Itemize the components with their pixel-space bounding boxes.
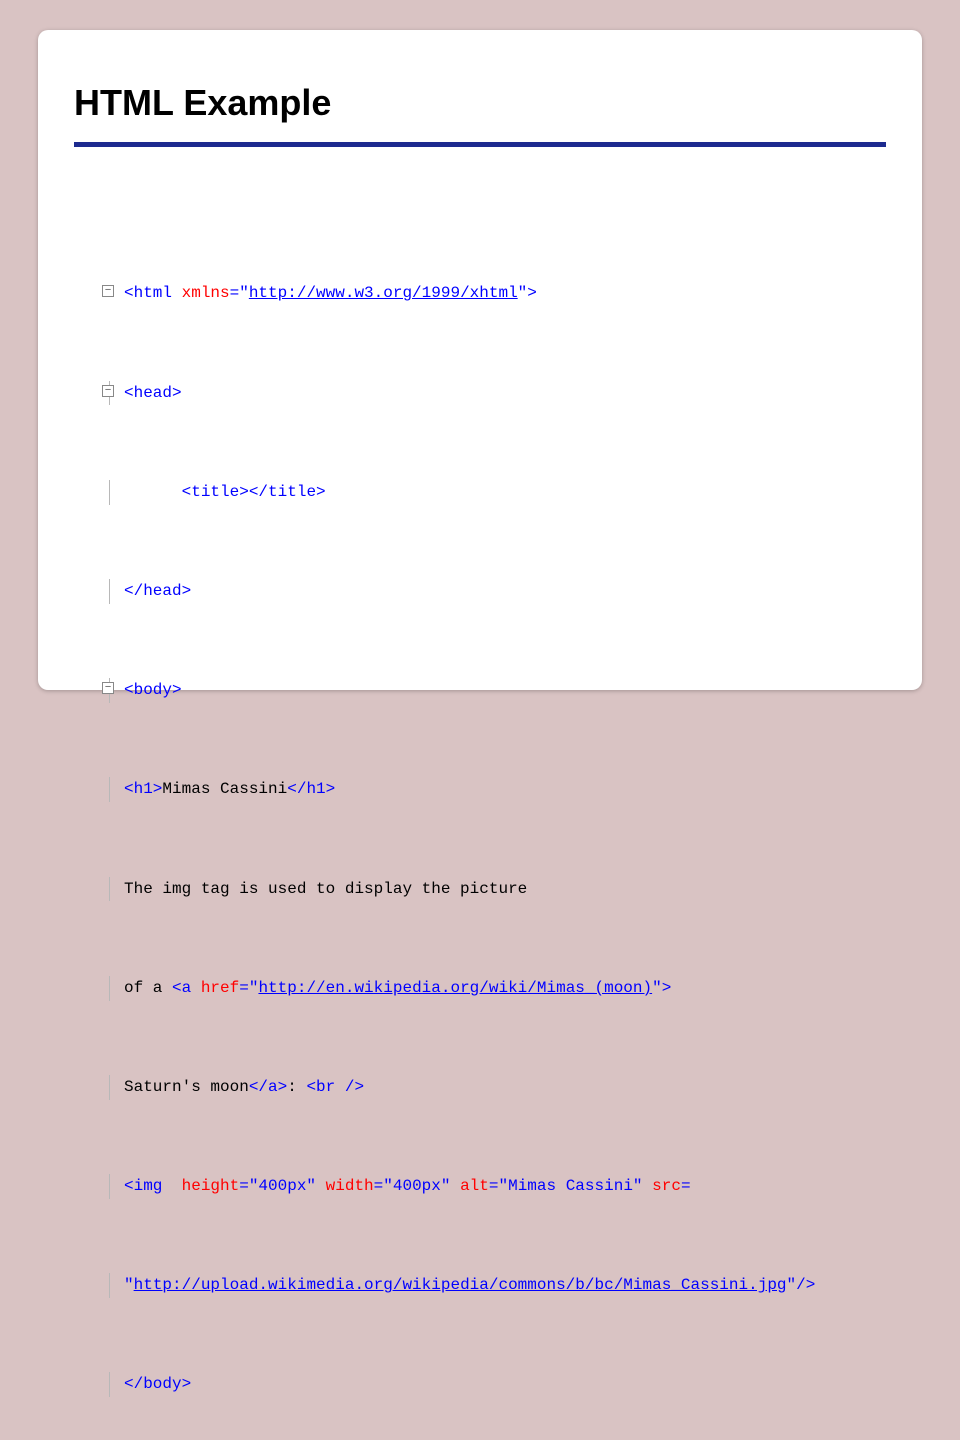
tag: <br /> <box>306 1078 364 1096</box>
code-line: <title></title> <box>102 480 886 505</box>
val: " <box>787 1276 797 1294</box>
text: Mimas Cassini <box>162 780 287 798</box>
tag: <head> <box>124 384 182 402</box>
url[interactable]: http://www.w3.org/1999/xhtml <box>249 284 518 302</box>
url[interactable]: http://upload.wikimedia.org/wikipedia/co… <box>134 1276 787 1294</box>
tag: </h1> <box>287 780 335 798</box>
tag: =" <box>230 284 249 302</box>
tag: </head> <box>124 582 191 600</box>
text: of a <box>124 979 172 997</box>
title-rule <box>74 142 886 147</box>
val: ="Mimas Cassini" <box>489 1177 652 1195</box>
url[interactable]: http://en.wikipedia.org/wiki/Mimas_(moon… <box>258 979 652 997</box>
text: Saturn's moon <box>124 1078 249 1096</box>
code-line: of a <a href="http://en.wikipedia.org/wi… <box>102 976 886 1001</box>
code-line: −<html xmlns="http://www.w3.org/1999/xht… <box>102 281 886 306</box>
val: ="400px" <box>239 1177 325 1195</box>
attr: width <box>326 1177 374 1195</box>
fold-icon[interactable]: − <box>102 682 114 694</box>
val: ="400px" <box>374 1177 460 1195</box>
code-line: <h1>Mimas Cassini</h1> <box>102 777 886 802</box>
code-line: −<head> <box>102 381 886 406</box>
attr: src <box>652 1177 681 1195</box>
code-line: Saturn's moon</a>: <br /> <box>102 1075 886 1100</box>
tag: /> <box>796 1276 815 1294</box>
tag: <h1> <box>124 780 162 798</box>
tag: <img <box>124 1177 182 1195</box>
code-line: The img tag is used to display the pictu… <box>102 877 886 902</box>
tag: "> <box>518 284 537 302</box>
tag: <title> <box>182 483 249 501</box>
attr: xmlns <box>182 284 230 302</box>
val: " <box>124 1276 134 1294</box>
code-block: −<html xmlns="http://www.w3.org/1999/xht… <box>102 207 886 1440</box>
text: : <box>287 1078 306 1096</box>
code-line: −<body> <box>102 678 886 703</box>
code-line: </body> <box>102 1372 886 1397</box>
attr: height <box>182 1177 240 1195</box>
tag: </body> <box>124 1375 191 1393</box>
attr: href <box>201 979 239 997</box>
tag: <a <box>172 979 201 997</box>
tag: </title> <box>249 483 326 501</box>
slide-title: HTML Example <box>74 82 886 124</box>
slide: HTML Example −<html xmlns="http://www.w3… <box>38 30 922 690</box>
tag: <html <box>124 284 182 302</box>
tag: =" <box>239 979 258 997</box>
attr: alt <box>460 1177 489 1195</box>
fold-icon[interactable]: − <box>102 385 114 397</box>
fold-icon[interactable]: − <box>102 285 114 297</box>
tag: <body> <box>124 681 182 699</box>
val: = <box>681 1177 691 1195</box>
tag: </a> <box>249 1078 287 1096</box>
tag: "> <box>652 979 671 997</box>
code-line: "http://upload.wikimedia.org/wikipedia/c… <box>102 1273 886 1298</box>
code-line: </head> <box>102 579 886 604</box>
code-line: <img height="400px" width="400px" alt="M… <box>102 1174 886 1199</box>
text: The img tag is used to display the pictu… <box>124 880 527 898</box>
